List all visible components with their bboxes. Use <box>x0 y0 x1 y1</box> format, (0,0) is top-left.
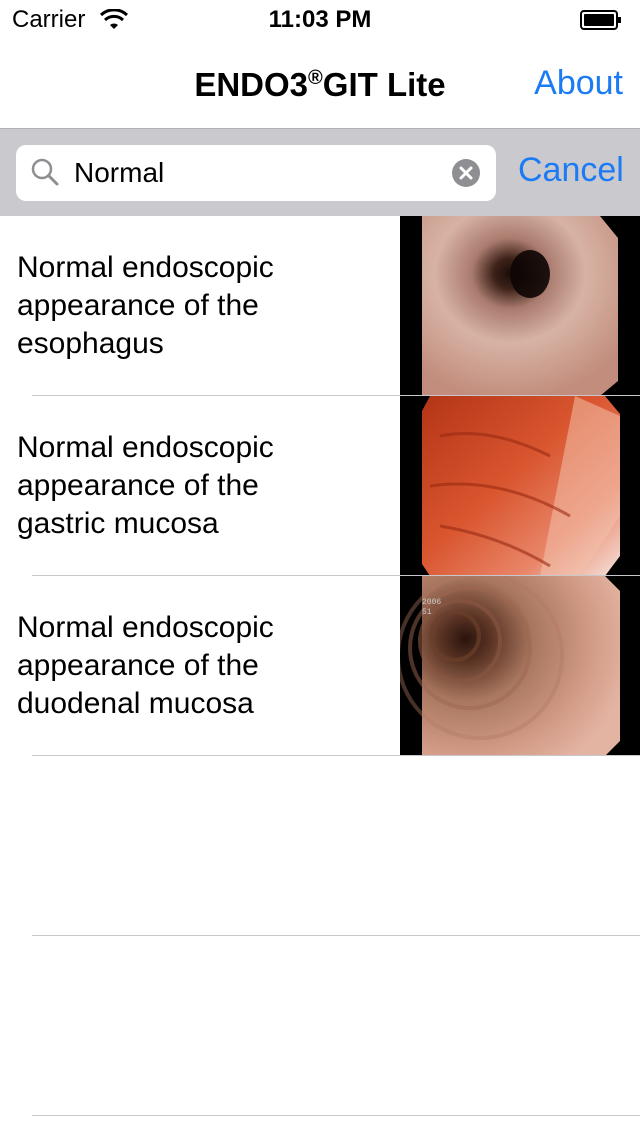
image-overlay-number: 51 <box>422 608 432 617</box>
esophagus-endoscopy-image <box>400 216 640 396</box>
search-bar: Cancel <box>0 128 640 216</box>
title-main: ENDO3 <box>194 66 309 103</box>
row-separator <box>32 1115 640 1116</box>
search-field[interactable] <box>16 145 496 201</box>
clear-search-icon[interactable] <box>452 159 480 187</box>
empty-row <box>0 756 640 936</box>
navigation-bar: ENDO3®GIT Lite About <box>0 40 640 128</box>
list-item-title: Normal endoscopic appearance of the duod… <box>17 611 274 720</box>
about-button[interactable]: About <box>534 64 623 103</box>
results-list: Normal endoscopic appearance of the esop… <box>0 216 640 1116</box>
search-icon <box>31 158 59 186</box>
cancel-button[interactable]: Cancel <box>518 151 624 190</box>
status-time: 11:03 PM <box>268 6 372 33</box>
gastric-mucosa-endoscopy-image <box>400 396 640 576</box>
duodenal-mucosa-endoscopy-image: 2006 51 <box>400 576 640 756</box>
registered-mark: ® <box>308 67 323 89</box>
empty-row <box>0 936 640 1116</box>
list-item[interactable]: Normal endoscopic appearance of the esop… <box>0 216 640 396</box>
search-input[interactable] <box>74 153 444 193</box>
image-overlay-year: 2006 <box>422 598 442 607</box>
list-item[interactable]: Normal endoscopic appearance of the duod… <box>0 576 640 756</box>
battery-icon <box>580 10 621 30</box>
list-item-title: Normal endoscopic appearance of the gast… <box>17 431 274 540</box>
title-tail: GIT Lite <box>322 66 446 103</box>
list-item[interactable]: Normal endoscopic appearance of the gast… <box>0 396 640 576</box>
list-item-title: Normal endoscopic appearance of the esop… <box>17 251 274 360</box>
status-bar: Carrier 11:03 PM <box>0 0 640 40</box>
